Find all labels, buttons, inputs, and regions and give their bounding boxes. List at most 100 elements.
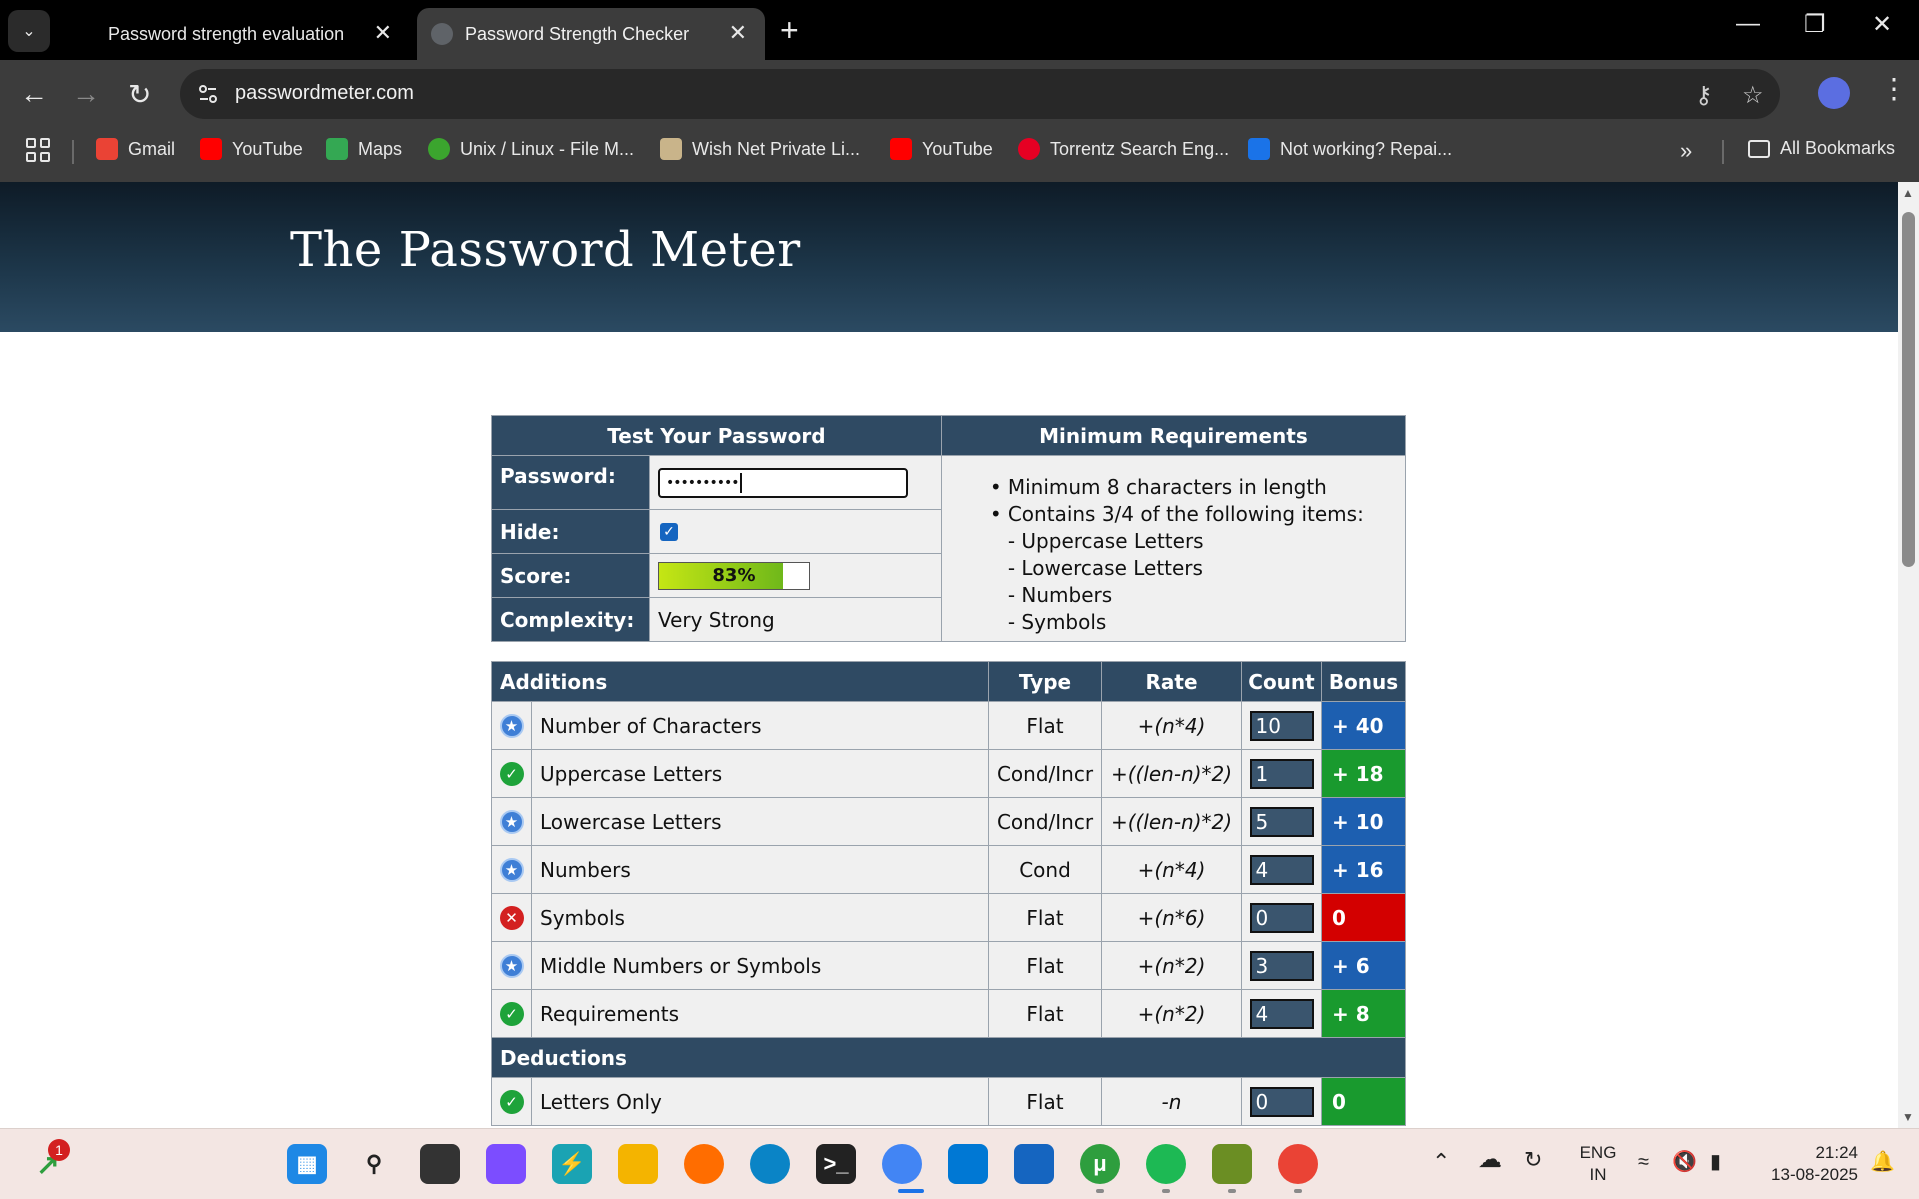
count-field[interactable]: 10 (1249, 710, 1314, 741)
terminal-icon[interactable]: >_ (816, 1144, 856, 1184)
criterion-rate: +(n*4) (1101, 701, 1242, 750)
bookmark-youtube-2[interactable]: YouTube (890, 138, 993, 160)
profile-avatar[interactable] (1818, 77, 1850, 109)
close-tab-icon[interactable]: ✕ (729, 20, 747, 46)
back-button[interactable]: ← (20, 78, 48, 110)
count-field[interactable]: 1 (1249, 758, 1314, 789)
count-field[interactable]: 3 (1249, 950, 1314, 981)
notification-center-icon[interactable]: 🔔 (1870, 1151, 1895, 1173)
tab-password-strength-checker[interactable]: Password Strength Checker ✕ (417, 8, 765, 60)
password-input-value: •••••••••• (665, 474, 740, 491)
search-icon[interactable]: ⚲ (354, 1144, 394, 1184)
page-scrollbar[interactable]: ▲ ▼ (1898, 182, 1919, 1128)
sync-icon[interactable]: ↻ (1524, 1149, 1542, 1171)
battery-icon[interactable]: ▮ (1710, 1151, 1721, 1173)
password-key-icon[interactable]: ⚷ (1695, 81, 1713, 110)
hide-checkbox[interactable]: ✓ (659, 522, 678, 541)
menu-kebab-icon[interactable]: ⋮ (1880, 72, 1908, 105)
onedrive-icon[interactable]: ☁ (1478, 1148, 1502, 1172)
requirements-cell: Minimum 8 characters in length Contains … (940, 455, 1407, 642)
apps-grid-icon[interactable] (26, 138, 50, 162)
bonus-value: + 40 (1321, 701, 1406, 750)
scrollbar-thumb[interactable] (1902, 212, 1915, 567)
count-field[interactable]: 0 (1249, 902, 1314, 933)
complexity-label: Complexity: (491, 597, 650, 642)
chrome-active-indicator (898, 1189, 924, 1193)
youtube-icon (890, 138, 912, 160)
criterion-type: Cond/Incr (988, 749, 1102, 798)
criterion-type: Cond (988, 845, 1102, 894)
password-cell: •••••••••• (648, 455, 942, 510)
wishnet-icon (660, 138, 682, 160)
power-automate-icon[interactable]: ⚡ (552, 1144, 592, 1184)
minecraft-icon[interactable] (1212, 1144, 1252, 1184)
additions-row: ★ Lowercase Letters Cond/Incr +((len-n)*2) 5… (491, 797, 1406, 846)
tab-search-button[interactable]: ⌄ (8, 10, 50, 52)
bookmark-star-icon[interactable]: ☆ (1742, 81, 1764, 110)
count-field[interactable]: 4 (1249, 998, 1314, 1029)
scroll-down-arrow[interactable]: ▼ (1902, 1110, 1914, 1124)
bonus-value: + 18 (1321, 749, 1406, 798)
text-cursor (739, 472, 742, 493)
criterion-type: Flat (988, 941, 1102, 990)
all-bookmarks-button[interactable]: All Bookmarks (1748, 138, 1895, 159)
microsoft-store-icon[interactable] (948, 1144, 988, 1184)
bookmark-label: Torrentz Search Eng... (1050, 138, 1230, 159)
reload-button[interactable]: ↻ (128, 78, 151, 111)
file-explorer-icon[interactable] (618, 1144, 658, 1184)
firefox-icon[interactable] (684, 1144, 724, 1184)
tab-password-strength-evaluation[interactable]: Password strength evaluation ✕ (60, 8, 410, 60)
chrome-icon[interactable] (882, 1144, 922, 1184)
password-input[interactable]: •••••••••• (657, 467, 908, 498)
additions-row: ✓ Requirements Flat +(n*2) 4 + 8 (491, 989, 1406, 1038)
utorrent-icon[interactable]: μ (1080, 1144, 1120, 1184)
bookmark-gmail[interactable]: Gmail (96, 138, 175, 160)
wifi-icon[interactable]: ≈ (1638, 1151, 1649, 1173)
count-field[interactable]: 4 (1249, 854, 1314, 885)
bookmark-youtube[interactable]: YouTube (200, 138, 303, 160)
scroll-up-arrow[interactable]: ▲ (1902, 186, 1914, 200)
score-label: Score: (491, 553, 650, 598)
volume-muted-icon[interactable]: 🔇 (1672, 1151, 1697, 1173)
chrome-profile-icon[interactable] (1278, 1144, 1318, 1184)
clock[interactable]: 21:24 13-08-2025 (1758, 1142, 1858, 1186)
language-indicator[interactable]: ENG IN (1570, 1142, 1626, 1186)
bookmark-unix-linux[interactable]: Unix / Linux - File M... (428, 138, 634, 160)
bookmark-wishnet[interactable]: Wish Net Private Li... (660, 138, 860, 160)
new-tab-button[interactable]: + (780, 12, 799, 48)
criterion-rate: +(n*6) (1101, 893, 1242, 942)
score-breakdown-table: Additions Type Rate Count Bonus ★ Number … (491, 661, 1406, 1126)
hide-label: Hide: (491, 509, 650, 554)
chevron-up-icon[interactable]: ⌃ (1432, 1151, 1450, 1173)
bookmark-maps[interactable]: Maps (326, 138, 402, 160)
hide-cell: ✓ (648, 509, 942, 554)
rate-header: Rate (1101, 661, 1242, 702)
bonus-header: Bonus (1321, 661, 1406, 702)
count-cell: 5 (1241, 797, 1322, 846)
windows-start-icon[interactable]: ▦ (287, 1144, 327, 1184)
x-circle-icon: ✕ (499, 905, 524, 930)
bookmark-torrentz[interactable]: Torrentz Search Eng... (1018, 138, 1229, 160)
bookmark-not-working[interactable]: Not working? Repai... (1248, 138, 1452, 160)
close-tab-icon[interactable]: ✕ (374, 20, 392, 46)
check-circle-icon: ✓ (499, 761, 524, 786)
all-bookmarks-label: All Bookmarks (1780, 138, 1896, 158)
more-bookmarks-icon[interactable]: » (1680, 138, 1692, 164)
close-window-icon[interactable]: ✕ (1872, 10, 1892, 39)
count-cell: 4 (1241, 845, 1322, 894)
address-bar[interactable]: passwordmeter.com ⚷ ☆ (180, 69, 1780, 119)
restore-icon[interactable]: ❐ (1804, 10, 1826, 39)
count-field[interactable]: 0 (1249, 1086, 1314, 1117)
kali-icon[interactable] (1014, 1144, 1054, 1184)
task-view-icon[interactable] (420, 1144, 460, 1184)
pinterest-icon (1018, 138, 1040, 160)
spotify-icon[interactable] (1146, 1144, 1186, 1184)
forward-button[interactable]: → (72, 78, 100, 110)
star-circle-icon: ★ (499, 809, 524, 834)
edge-icon[interactable] (750, 1144, 790, 1184)
bonus-value: + 16 (1321, 845, 1406, 894)
copilot-icon[interactable] (486, 1144, 526, 1184)
count-field[interactable]: 5 (1249, 806, 1314, 837)
site-info-icon[interactable] (196, 82, 220, 106)
minimize-icon[interactable]: — (1736, 10, 1760, 38)
